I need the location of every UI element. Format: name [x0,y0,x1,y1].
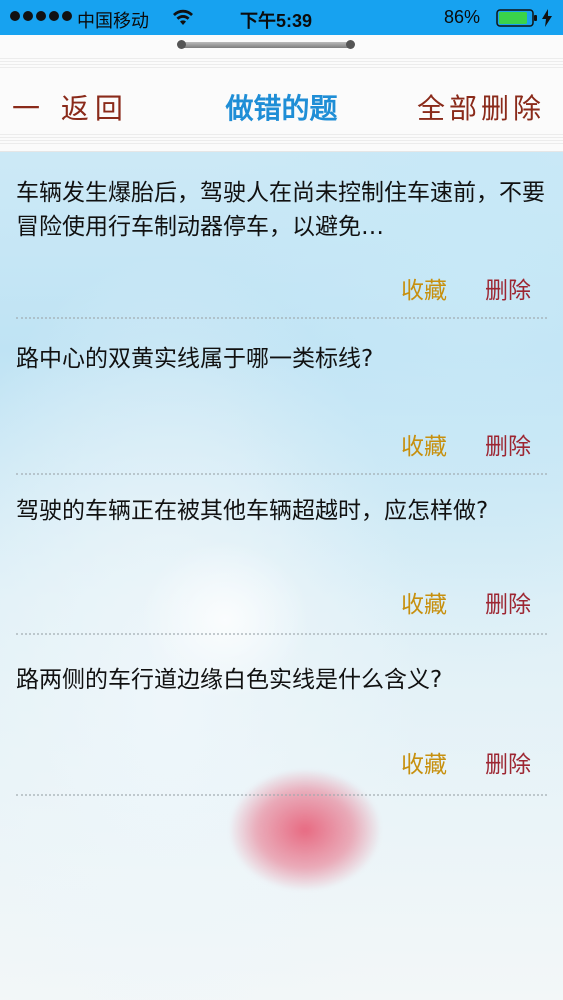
carrier-name: 中国移动 [77,11,149,31]
list-item[interactable]: 驾驶的车辆正在被其他车辆超越时，应怎样做? 收藏 删除 [0,477,563,637]
favorite-button[interactable]: 收藏 [401,585,447,619]
favorite-button[interactable]: 收藏 [401,271,447,305]
list-item[interactable]: 路中心的双黄实线属于哪一类标线? 收藏 删除 [0,321,563,477]
nav-decoration-top [0,58,563,70]
delete-button[interactable]: 删除 [485,427,531,461]
delete-all-button[interactable]: 全部删除 [417,87,545,127]
delete-button[interactable]: 删除 [485,585,531,619]
status-bar: 中国移动 下午5:39 86% [0,0,563,35]
favorite-button[interactable]: 收藏 [401,745,447,779]
divider [16,473,547,475]
list-item[interactable]: 路两侧的车行道边缘白色实线是什么含义? 收藏 删除 [0,637,563,797]
divider [16,317,547,319]
item-actions: 收藏 删除 [401,427,531,461]
divider [16,633,547,635]
divider [16,794,547,796]
drag-handle[interactable] [177,40,355,49]
item-actions: 收藏 删除 [401,585,531,619]
delete-button[interactable]: 删除 [485,745,531,779]
question-text: 车辆发生爆胎后，驾驶人在尚未控制住车速前，不要冒险使用行车制动器停车，以避免… [16,180,545,240]
item-actions: 收藏 删除 [401,745,531,779]
question-text: 路中心的双黄实线属于哪一类标线? [16,346,374,372]
list-item[interactable]: 车辆发生爆胎后，驾驶人在尚未控制住车速前，不要冒险使用行车制动器停车，以避免… … [0,155,563,321]
signal-icon [10,11,72,21]
question-text: 驾驶的车辆正在被其他车辆超越时，应怎样做? [16,498,489,524]
favorite-button[interactable]: 收藏 [401,427,447,461]
wrong-question-list: 车辆发生爆胎后，驾驶人在尚未控制住车速前，不要冒险使用行车制动器停车，以避免… … [0,155,563,797]
nav-decoration-bottom [0,134,563,144]
delete-button[interactable]: 删除 [485,271,531,305]
item-actions: 收藏 删除 [401,271,531,305]
battery-percent: 86% [444,7,481,27]
wifi-icon [173,9,193,25]
clock: 下午5:39 [240,11,313,31]
charging-icon [542,9,552,27]
battery-icon [496,9,537,27]
navigation-bar: 一 返回 做错的题 全部删除 [0,35,563,152]
question-text: 路两侧的车行道边缘白色实线是什么含义? [16,667,443,693]
